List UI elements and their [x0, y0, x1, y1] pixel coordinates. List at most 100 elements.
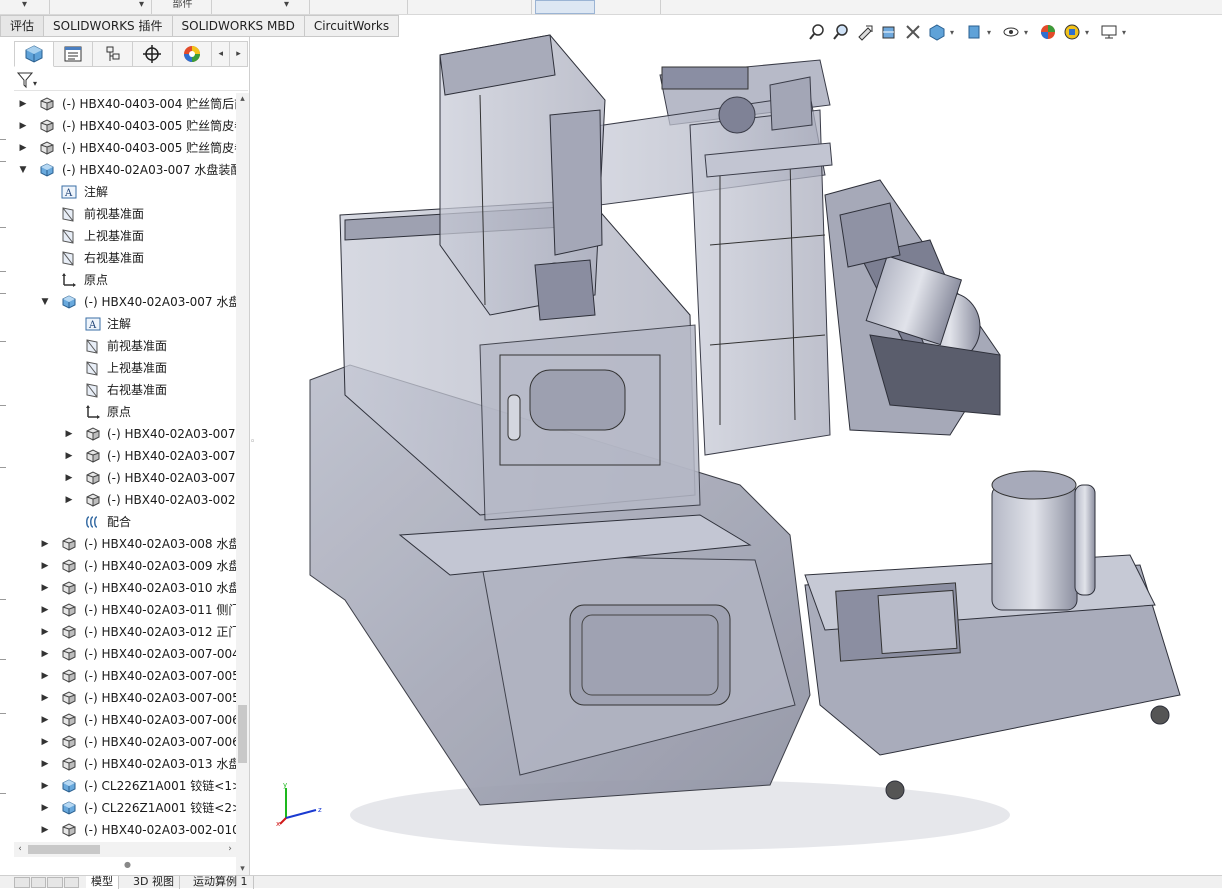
- tree-row[interactable]: 右视基准面: [0, 247, 236, 269]
- tree-row[interactable]: ▶ (-) HBX40-02A03-009 水盘: [0, 555, 236, 577]
- tree-row[interactable]: ▶ (-) HBX40-02A03-007-: [0, 467, 236, 489]
- expand-arrow-icon[interactable]: ▶: [40, 709, 50, 731]
- tree-row[interactable]: ▶ (-) HBX40-02A03-007-: [0, 445, 236, 467]
- section-view-button[interactable]: [878, 21, 900, 43]
- scroll-left-icon[interactable]: ‹: [14, 842, 26, 857]
- tree-row[interactable]: ▶ (-) CL226Z1A001 铰链<2>: [0, 797, 236, 819]
- dimxpert-manager-tab[interactable]: [132, 41, 173, 67]
- zoom-to-area-button[interactable]: [830, 21, 852, 43]
- tree-row[interactable]: ▼ (-) HBX40-02A03-007 水盘: [0, 291, 236, 313]
- scroll-right-icon[interactable]: ›: [224, 842, 236, 857]
- expand-arrow-icon[interactable]: ▶: [40, 775, 50, 797]
- configuration-manager-tab[interactable]: [93, 41, 133, 67]
- expand-arrow-icon[interactable]: ▶: [40, 533, 50, 555]
- strip-segment[interactable]: ▾: [0, 0, 50, 14]
- tree-row[interactable]: ▶ (-) HBX40-02A03-002-: [0, 489, 236, 511]
- collapse-arrow-icon[interactable]: ▼: [18, 159, 28, 181]
- tree-row[interactable]: ▶ (-) HBX40-02A03-007-: [0, 423, 236, 445]
- strip-segment-assembly[interactable]: 部件: [154, 0, 212, 14]
- tree-row[interactable]: 原点: [0, 269, 236, 291]
- view-settings-button[interactable]: [1098, 21, 1120, 43]
- expand-arrow-icon[interactable]: ▶: [18, 115, 28, 137]
- expand-arrow-icon[interactable]: ▶: [18, 137, 28, 159]
- expand-arrow-icon[interactable]: ▶: [40, 643, 50, 665]
- first-tab-icon[interactable]: [14, 877, 30, 888]
- tree-horizontal-scrollbar[interactable]: ‹ ›: [14, 842, 236, 857]
- strip-segment[interactable]: [312, 0, 408, 14]
- expand-arrow-icon[interactable]: ▶: [64, 489, 74, 511]
- feature-manager-tab[interactable]: [14, 41, 54, 67]
- chevron-down-icon[interactable]: ▾: [987, 28, 996, 37]
- expand-arrow-icon[interactable]: ▶: [40, 753, 50, 775]
- collapse-arrow-icon[interactable]: ▼: [40, 291, 50, 313]
- tree-row[interactable]: ▶ (-) HBX40-02A03-008 水盘: [0, 533, 236, 555]
- expand-arrow-icon[interactable]: ▶: [64, 423, 74, 445]
- expand-arrow-icon[interactable]: ▶: [40, 621, 50, 643]
- tree-row[interactable]: ▶ (-) HBX40-02A03-007-004: [0, 643, 236, 665]
- tree-vertical-scrollbar[interactable]: ▴ ▾: [236, 93, 249, 875]
- graphics-area[interactable]: ▾ ▾ ▾ ▾ ▾ y z x: [250, 15, 1222, 875]
- expand-arrow-icon[interactable]: ▶: [40, 797, 50, 819]
- tree-row[interactable]: ▼ (-) HBX40-02A03-007 水盘装配: [0, 159, 236, 181]
- strip-segment-selected[interactable]: [535, 0, 595, 14]
- last-tab-icon[interactable]: [63, 877, 79, 888]
- next-tab-icon[interactable]: [47, 877, 63, 888]
- tab-3d-views[interactable]: 3D 视图: [128, 876, 180, 889]
- scroll-up-icon[interactable]: ▴: [236, 93, 249, 105]
- tree-row[interactable]: 上视基准面: [0, 225, 236, 247]
- tree-row[interactable]: 配合: [0, 511, 236, 533]
- strip-segment[interactable]: [597, 0, 661, 14]
- tab-evaluate[interactable]: 评估: [0, 15, 45, 37]
- edit-appearance-button[interactable]: [1037, 21, 1059, 43]
- tabs-scroll-right-button[interactable]: ▸: [230, 41, 248, 67]
- tree-row[interactable]: ▶ (-) HBX40-0403-005 贮丝筒皮卷: [0, 115, 236, 137]
- expand-arrow-icon[interactable]: ▶: [40, 819, 50, 841]
- tree-row[interactable]: 前视基准面: [0, 203, 236, 225]
- tab-motion-study[interactable]: 运动算例 1: [188, 876, 254, 889]
- previous-view-button[interactable]: [854, 21, 876, 43]
- chevron-down-icon[interactable]: ▾: [1024, 28, 1033, 37]
- tree-row[interactable]: ▶ (-) HBX40-02A03-007-005: [0, 687, 236, 709]
- tree-row[interactable]: ▶ (-) HBX40-0403-005 贮丝筒皮卷: [0, 137, 236, 159]
- expand-arrow-icon[interactable]: ▶: [40, 665, 50, 687]
- tree-row[interactable]: A 注解: [0, 181, 236, 203]
- scroll-thumb-horizontal[interactable]: [28, 845, 100, 854]
- expand-arrow-icon[interactable]: ▶: [40, 555, 50, 577]
- strip-segment[interactable]: ▾: [214, 0, 310, 14]
- tree-row[interactable]: ▶ (-) HBX40-0403-004 贮丝筒后前: [0, 93, 236, 115]
- tree-row[interactable]: ▶ (-) HBX40-02A03-002-010: [0, 819, 236, 841]
- expand-arrow-icon[interactable]: ▶: [40, 731, 50, 753]
- tree-row[interactable]: 原点: [0, 401, 236, 423]
- property-manager-tab[interactable]: [53, 41, 94, 67]
- tree-filter[interactable]: ▾: [14, 69, 248, 91]
- tree-row[interactable]: ▶ (-) HBX40-02A03-007-006: [0, 731, 236, 753]
- tree-row[interactable]: ▶ (-) HBX40-02A03-010 水盘: [0, 577, 236, 599]
- scroll-down-icon[interactable]: ▾: [236, 863, 249, 875]
- tabs-scroll-left-button[interactable]: ◂: [212, 41, 231, 67]
- expand-arrow-icon[interactable]: ▶: [40, 687, 50, 709]
- zoom-to-fit-button[interactable]: [806, 21, 828, 43]
- tree-row[interactable]: ▶ (-) HBX40-02A03-013 水盘: [0, 753, 236, 775]
- panel-resize-grip[interactable]: ●: [124, 860, 134, 870]
- tree-row[interactable]: 上视基准面: [0, 357, 236, 379]
- tree-row[interactable]: ▶ (-) HBX40-02A03-007-006: [0, 709, 236, 731]
- display-manager-tab[interactable]: [172, 41, 213, 67]
- expand-arrow-icon[interactable]: ▶: [64, 445, 74, 467]
- expand-arrow-icon[interactable]: ▶: [40, 577, 50, 599]
- expand-arrow-icon[interactable]: ▶: [64, 467, 74, 489]
- tab-solidworks-addins[interactable]: SOLIDWORKS 插件: [44, 15, 173, 37]
- chevron-down-icon[interactable]: ▾: [950, 28, 959, 37]
- display-style-button[interactable]: [963, 21, 985, 43]
- scroll-thumb[interactable]: [238, 705, 247, 763]
- tree-row[interactable]: ▶ (-) HBX40-02A03-012 正门: [0, 621, 236, 643]
- tree-row[interactable]: ▶ (-) CL226Z1A001 铰链<1>: [0, 775, 236, 797]
- dynamic-annotation-button[interactable]: [902, 21, 924, 43]
- chevron-down-icon[interactable]: ▾: [1085, 28, 1094, 37]
- view-orientation-button[interactable]: [926, 21, 948, 43]
- assembly-model-view[interactable]: [250, 15, 1222, 875]
- strip-segment[interactable]: ▾: [52, 0, 152, 14]
- tree-row[interactable]: A 注解: [0, 313, 236, 335]
- tree-row[interactable]: ▶ (-) HBX40-02A03-007-005: [0, 665, 236, 687]
- tree-row[interactable]: ▶ (-) HBX40-02A03-011 侧门: [0, 599, 236, 621]
- chevron-down-icon[interactable]: ▾: [1122, 28, 1131, 37]
